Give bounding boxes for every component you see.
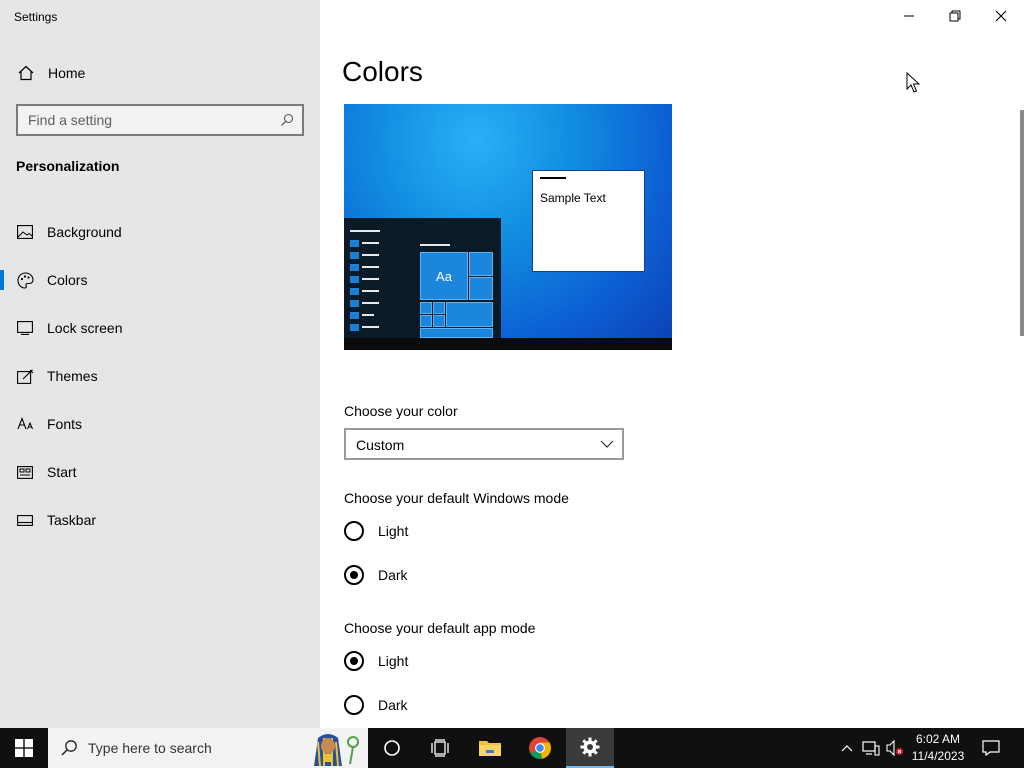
palette-icon bbox=[16, 271, 34, 289]
restore-button[interactable] bbox=[932, 0, 978, 32]
folder-icon bbox=[479, 741, 501, 756]
find-setting-input[interactable] bbox=[18, 106, 268, 134]
clock-date: 11/4/2023 bbox=[911, 749, 965, 763]
choose-color-label: Choose your color bbox=[344, 403, 458, 419]
sidebar-item-fonts[interactable]: Fonts bbox=[0, 400, 320, 448]
taskbar-icon bbox=[16, 511, 34, 529]
radio-label: Light bbox=[378, 653, 409, 669]
sidebar-item-colors[interactable]: Colors bbox=[0, 256, 320, 304]
sidebar-item-label: Background bbox=[47, 224, 122, 240]
sidebar-item-taskbar[interactable]: Taskbar bbox=[0, 496, 320, 544]
sidebar: Settings Home Personalization Background… bbox=[0, 0, 320, 728]
action-center-button[interactable] bbox=[982, 739, 1000, 757]
sidebar-item-start[interactable]: Start bbox=[0, 448, 320, 496]
personalization-nav: Background Colors Lock screen Themes Fon… bbox=[0, 208, 320, 544]
task-view-icon bbox=[431, 739, 449, 757]
windows-mode-light-radio[interactable]: Light bbox=[344, 520, 408, 542]
show-hidden-icons-button[interactable] bbox=[838, 739, 856, 757]
sidebar-item-label: Themes bbox=[47, 368, 98, 384]
cortana-circle-icon bbox=[384, 740, 400, 756]
scrollbar-thumb[interactable] bbox=[1020, 110, 1024, 336]
close-icon bbox=[995, 10, 1007, 22]
choose-color-value: Custom bbox=[356, 437, 405, 453]
restore-icon bbox=[949, 10, 961, 22]
taskbar: Type here to search 6:02 AM 11/4/2023 bbox=[0, 728, 1024, 768]
find-setting-box bbox=[16, 104, 304, 136]
clock-time: 6:02 AM bbox=[915, 732, 961, 746]
taskbar-clock[interactable]: 6:02 AM 11/4/2023 bbox=[908, 731, 968, 765]
sidebar-item-label: Taskbar bbox=[47, 512, 97, 528]
themes-icon bbox=[16, 367, 34, 385]
preview-taskbar bbox=[344, 338, 672, 350]
lock-screen-icon bbox=[16, 319, 34, 337]
search-icon bbox=[61, 740, 77, 756]
network-icon bbox=[862, 741, 880, 756]
radio-circle bbox=[344, 521, 364, 541]
windows-mode-dark-radio[interactable]: Dark bbox=[344, 564, 408, 586]
fonts-icon bbox=[16, 415, 34, 433]
home-label: Home bbox=[48, 65, 86, 81]
radio-label: Dark bbox=[378, 697, 408, 713]
minimize-icon bbox=[904, 15, 914, 17]
search-highlight-pharaoh-icon bbox=[314, 734, 359, 766]
choose-color-dropdown[interactable]: Custom bbox=[344, 428, 624, 460]
file-explorer-button[interactable] bbox=[466, 728, 514, 768]
sidebar-item-label: Start bbox=[47, 464, 77, 480]
radio-label: Light bbox=[378, 523, 409, 539]
task-view-button[interactable] bbox=[416, 728, 464, 768]
gear-icon bbox=[580, 737, 600, 757]
settings-app-button[interactable] bbox=[566, 728, 614, 768]
volume-button[interactable] bbox=[886, 739, 904, 757]
search-icon[interactable] bbox=[280, 113, 294, 127]
sample-text: Sample Text bbox=[540, 191, 606, 205]
close-button[interactable] bbox=[978, 0, 1024, 32]
mouse-cursor-icon bbox=[906, 72, 920, 93]
volume-muted-icon bbox=[886, 740, 903, 756]
radio-label: Dark bbox=[378, 567, 408, 583]
home-icon bbox=[18, 65, 34, 81]
color-preview: Aa Sample Text bbox=[344, 104, 672, 350]
sidebar-item-background[interactable]: Background bbox=[0, 208, 320, 256]
taskbar-search-text: Type here to search bbox=[88, 740, 212, 756]
app-mode-label: Choose your default app mode bbox=[344, 620, 536, 636]
windows-logo-icon bbox=[15, 739, 33, 757]
app-mode-light-radio[interactable]: Light bbox=[344, 650, 408, 672]
chevron-down-icon bbox=[600, 440, 614, 448]
sidebar-item-lock-screen[interactable]: Lock screen bbox=[0, 304, 320, 352]
radio-circle bbox=[344, 565, 364, 585]
minimize-button[interactable] bbox=[886, 0, 932, 32]
sidebar-item-themes[interactable]: Themes bbox=[0, 352, 320, 400]
page-title: Colors bbox=[342, 56, 423, 87]
sidebar-item-label: Lock screen bbox=[47, 320, 123, 336]
preview-sample-window: Sample Text bbox=[532, 170, 645, 272]
start-button[interactable] bbox=[0, 728, 48, 768]
preview-tile-text: Aa bbox=[420, 252, 468, 300]
notification-icon bbox=[982, 740, 1000, 756]
sidebar-item-label: Fonts bbox=[47, 416, 83, 432]
radio-circle bbox=[344, 695, 364, 715]
picture-icon bbox=[16, 223, 34, 241]
chevron-up-icon bbox=[841, 745, 853, 752]
start-icon bbox=[16, 463, 34, 481]
sidebar-item-label: Colors bbox=[47, 272, 88, 288]
network-button[interactable] bbox=[862, 739, 880, 757]
main-content: Colors Aa Sample Text Choose your color … bbox=[320, 0, 1024, 728]
windows-mode-label: Choose your default Windows mode bbox=[344, 490, 569, 506]
preview-start-menu: Aa bbox=[344, 218, 501, 338]
cortana-button[interactable] bbox=[368, 728, 416, 768]
taskbar-search-box[interactable]: Type here to search bbox=[48, 728, 368, 768]
chrome-button[interactable] bbox=[516, 728, 564, 768]
home-nav-item[interactable]: Home bbox=[0, 58, 320, 88]
app-mode-dark-radio[interactable]: Dark bbox=[344, 694, 408, 716]
chrome-icon bbox=[529, 737, 551, 759]
section-title: Personalization bbox=[16, 158, 120, 174]
app-title: Settings bbox=[14, 10, 58, 24]
radio-circle bbox=[344, 651, 364, 671]
